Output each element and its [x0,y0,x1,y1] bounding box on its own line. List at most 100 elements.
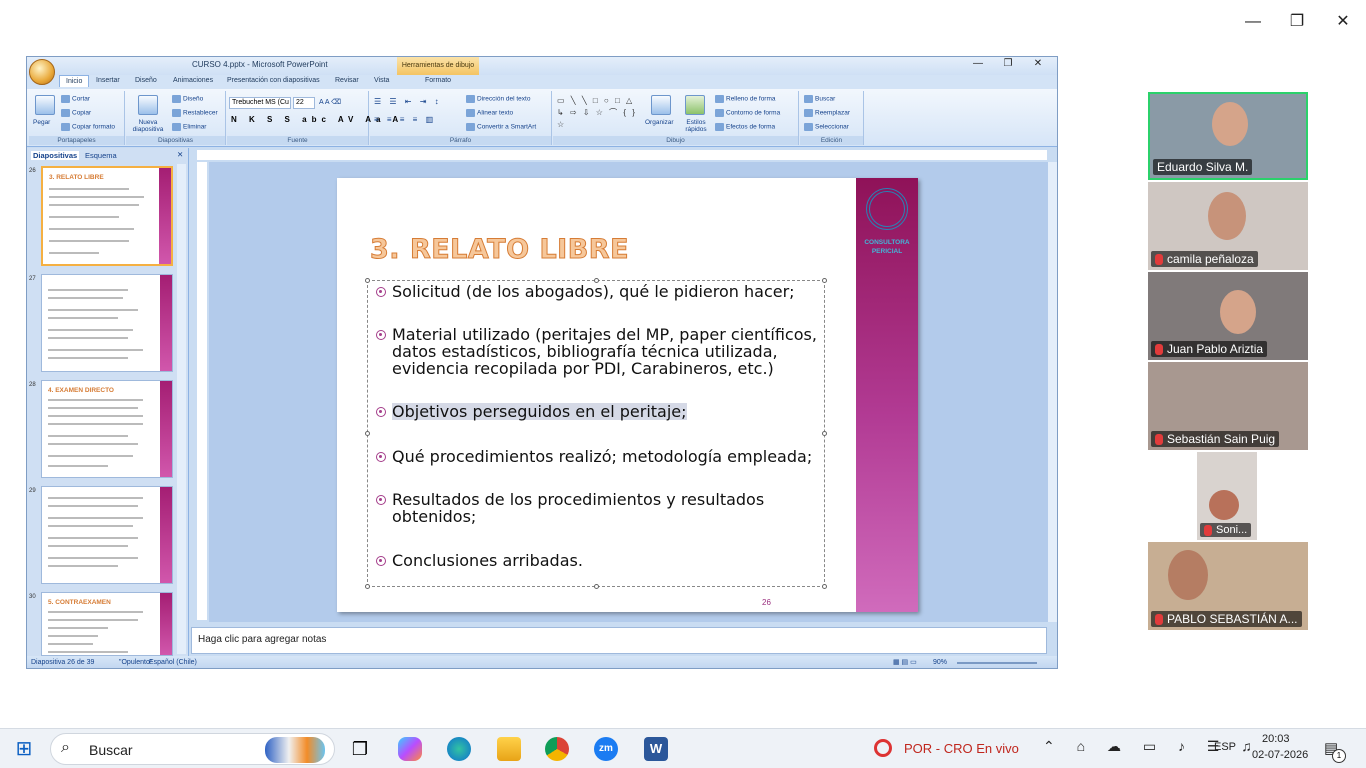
text-direction-button[interactable]: Dirección del texto [466,95,530,103]
panel-tabs: Diapositivas Esquema ✕ [27,150,189,162]
quick-styles-icon [685,95,705,115]
tab-formato[interactable]: Formato [425,77,451,84]
tab-esquema[interactable]: Esquema [85,151,117,160]
thumbnail-30[interactable]: 5. CONTRAEXAMEN [41,592,173,656]
tab-diseno[interactable]: Diseño [135,77,157,84]
participant-tile[interactable]: Eduardo Silva M. [1148,92,1308,180]
mic-muted-icon [1204,524,1212,536]
font-size-input[interactable]: 22 [293,97,315,109]
word-icon[interactable]: W [644,737,668,761]
thumb-number: 28 [29,382,36,388]
copy-button[interactable]: Copiar [61,109,91,117]
thumbnail-27[interactable] [41,274,173,372]
shapes-gallery[interactable]: ▭ ╲ ╲ □ ○ □ △ ↳ ⇨ ⇩ ☆ ⌒ { } ☆ [557,95,637,131]
restore-button[interactable]: ❐ [1282,10,1312,34]
search-icon: ⌕ [61,739,70,756]
format-painter-button[interactable]: Copiar formato [61,123,115,131]
new-slide-button[interactable]: Nueva diapositiva [128,119,168,133]
content-textbox[interactable]: Solicitud (de los abogados), qué le pidi… [365,278,827,589]
ppt-close-icon[interactable]: ✕ [1023,58,1053,69]
theme-name: "Opulento" [119,659,153,666]
tab-presentacion[interactable]: Presentación con diapositivas [227,77,320,84]
notification-badge: 1 [1332,749,1346,763]
thumbnail-28[interactable]: 4. EXAMEN DIRECTO [41,380,173,478]
select-button[interactable]: Seleccionar [804,123,849,131]
close-button[interactable]: ✕ [1328,10,1358,34]
tab-animaciones[interactable]: Animaciones [173,77,213,84]
find-button[interactable]: Buscar [804,95,835,103]
delete-icon [172,123,181,131]
shape-effects-button[interactable]: Efectos de forma [715,123,775,131]
delete-button[interactable]: Eliminar [172,123,206,131]
participant-tile[interactable]: Juan Pablo Ariztia [1148,272,1308,360]
thumbnail-26[interactable]: 3. RELATO LIBRE [41,166,173,266]
vertical-ruler [197,162,207,620]
reset-button[interactable]: Restablecer [172,109,218,117]
slide[interactable]: CONSULTORA PERICIAL 3. RELATO LIBRE Soli… [337,178,918,612]
tab-revisar[interactable]: Revisar [335,77,359,84]
mic-muted-icon [1155,254,1163,266]
notification-text[interactable]: POR - CRO En vivo [904,741,1019,756]
participant-tile[interactable]: camila peñaloza [1148,182,1308,270]
search-highlight-icon [265,737,325,763]
windows-start-icon[interactable]: ⊞ [12,737,36,761]
view-buttons[interactable]: ▦ ▤ ▭ [893,658,917,666]
office-button[interactable] [29,59,55,85]
file-explorer-icon[interactable] [497,737,521,761]
thumb-title: 4. EXAMEN DIRECTO [48,387,114,394]
edge-icon[interactable] [447,737,471,761]
zoom-level[interactable]: 90% [933,659,947,666]
mic-muted-icon [1155,614,1163,626]
layout-button[interactable]: Diseño [172,95,203,103]
list-buttons[interactable]: ☰ ☰ ⇤ ⇥ ↕ [374,97,442,106]
shape-fill-button[interactable]: Relleno de forma [715,95,776,103]
participant-tile[interactable]: PABLO SEBASTIÁN A... [1148,542,1308,630]
copilot-icon[interactable] [398,737,422,761]
scissors-icon [61,95,70,103]
replace-button[interactable]: Reemplazar [804,109,850,117]
arrange-button[interactable]: Organizar [645,119,674,126]
title-bar: CURSO 4.pptx - Microsoft PowerPoint Herr… [27,57,1057,75]
zoom-slider[interactable] [957,662,1037,664]
align-text-button[interactable]: Alinear texto [466,109,513,117]
group-diapositivas: Nueva diapositiva Diseño Restablecer Eli… [126,91,226,145]
close-panel-icon[interactable]: ✕ [177,150,183,159]
quick-styles-button[interactable]: Estilos rápidos [681,119,711,133]
search-input[interactable]: ⌕ Buscar [50,733,335,765]
font-name-input[interactable]: Trebuchet MS (Cu [229,97,291,109]
slide-scrollbar[interactable] [1048,162,1057,622]
clock-date[interactable]: 02-07-2026 [1252,749,1308,761]
contextual-tab-label: Herramientas de dibujo [397,57,479,75]
smartart-button[interactable]: Convertir a SmartArt [466,123,536,131]
align-buttons[interactable]: ≡ ≡ ≡ ≡ ▥ [374,115,436,124]
tab-diapositivas[interactable]: Diapositivas [31,151,80,160]
chrome-icon[interactable] [545,737,569,761]
participant-tile[interactable]: Soni... [1197,452,1257,540]
notes-pane[interactable]: Haga clic para agregar notas [191,627,1047,654]
clock-time[interactable]: 20:03 [1262,733,1290,745]
thumbnail-29[interactable] [41,486,173,584]
paste-button[interactable]: Pegar [33,119,50,126]
participant-tile[interactable]: Sebastián Sain Puig [1148,362,1308,450]
slide-title[interactable]: 3. RELATO LIBRE [369,234,629,266]
bullet-icon [376,452,386,462]
shape-outline-button[interactable]: Contorno de forma [715,109,780,117]
ppt-restore-icon[interactable]: ❐ [993,58,1023,69]
cut-button[interactable]: Cortar [61,95,90,103]
powerpoint-window: CURSO 4.pptx - Microsoft PowerPoint Herr… [26,56,1058,669]
zoom-app-icon[interactable]: zm [594,737,618,761]
panel-scrollbar[interactable] [177,164,186,654]
font-size-buttons[interactable]: A A ⌫ [319,98,341,106]
slides-panel: Diapositivas Esquema ✕ 3. RELATO LIBRE 2… [27,148,189,656]
task-view-icon[interactable]: ❐ [348,737,372,761]
tab-inicio[interactable]: Inicio [59,75,90,87]
tab-insertar[interactable]: Insertar [96,77,120,84]
align-text-icon [466,109,475,117]
language-indicator[interactable]: ESP [1214,741,1236,753]
bullet-icon [376,287,386,297]
ppt-minimize-icon[interactable]: — [963,58,993,69]
tab-vista[interactable]: Vista [374,77,389,84]
arrange-icon [651,95,671,115]
slide-info: Diapositiva 26 de 39 [31,659,95,666]
minimize-button[interactable]: — [1238,10,1268,34]
